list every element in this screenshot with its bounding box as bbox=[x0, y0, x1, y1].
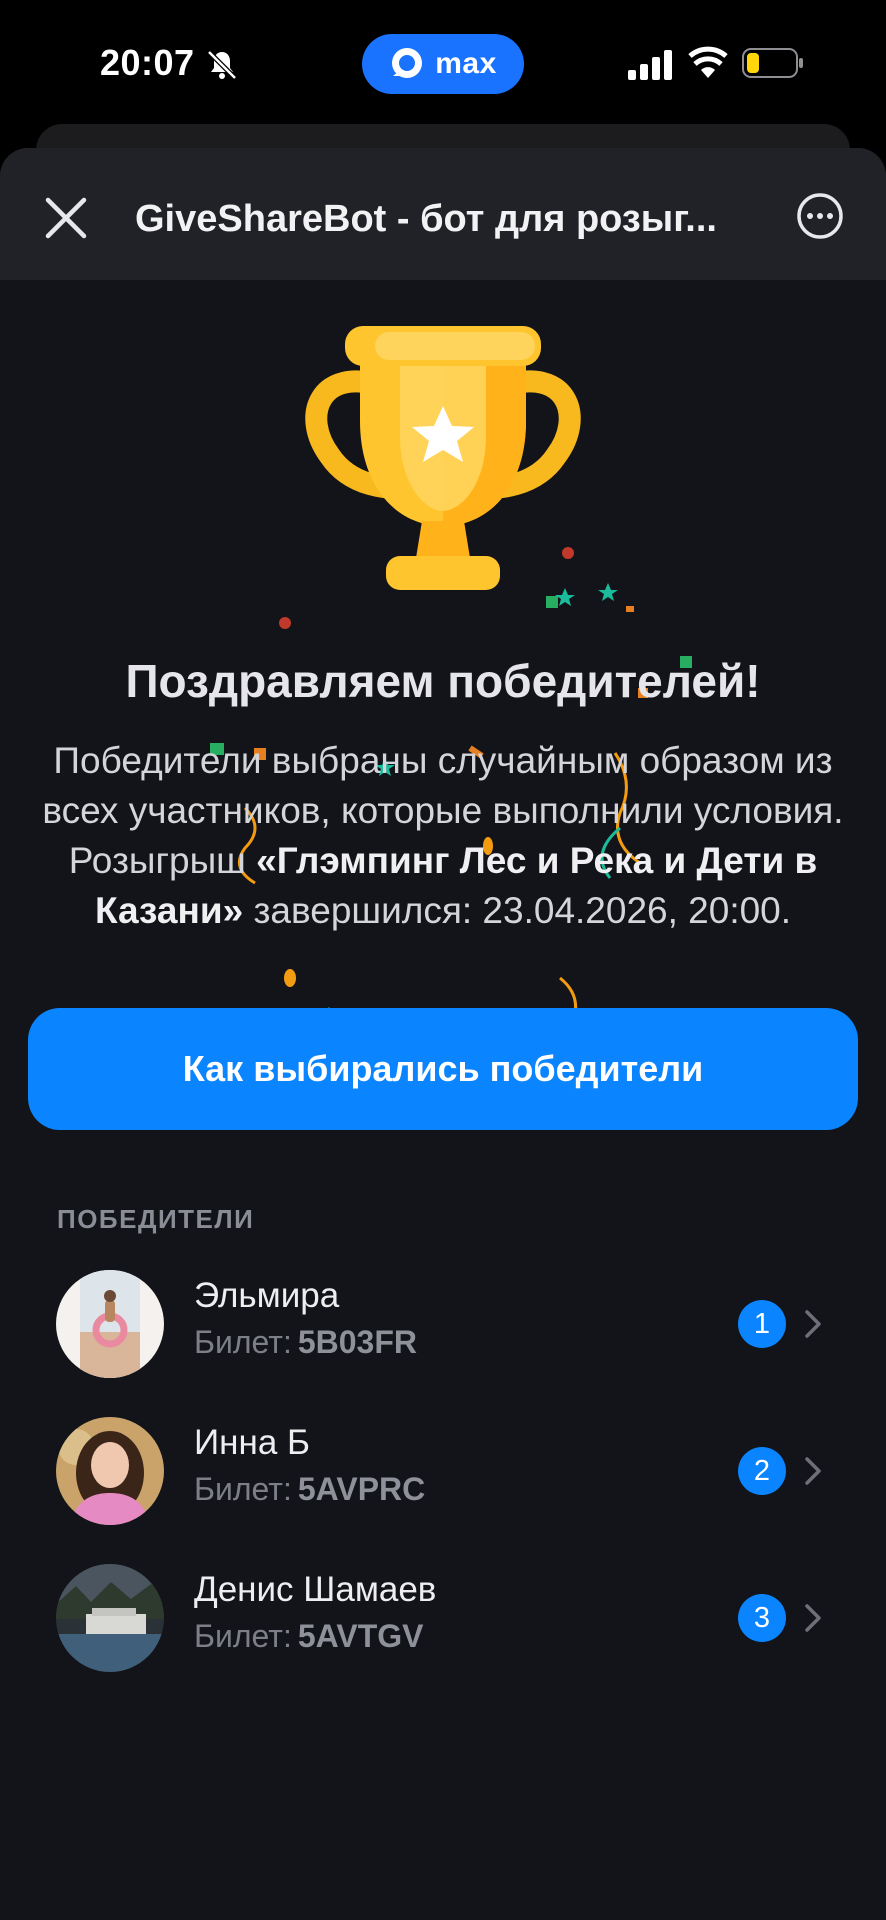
how-winners-chosen-button[interactable]: Как выбирались победители bbox=[28, 1008, 858, 1130]
status-time: 20:07 bbox=[100, 42, 195, 83]
winner-row-3[interactable]: Денис Шамаев Билет: 5AVTGV 3 bbox=[0, 1556, 886, 1680]
rank-badge: 1 bbox=[738, 1300, 786, 1348]
trophy-icon bbox=[305, 326, 581, 590]
winner-row-2[interactable]: Инна Б Билет: 5AVPRC 2 bbox=[0, 1409, 886, 1533]
header-title: GiveShareBot - бот для розыг... bbox=[135, 198, 717, 240]
winner-name: Денис Шамаев bbox=[194, 1570, 437, 1609]
battery-icon bbox=[742, 48, 803, 78]
avatar bbox=[56, 1270, 164, 1378]
ticket-label: Билет: bbox=[194, 1324, 292, 1360]
ticket-code: 5B03FR bbox=[297, 1324, 417, 1360]
wifi-icon bbox=[688, 46, 728, 78]
signal-icon bbox=[628, 50, 672, 80]
winner-ticket: Билет: 5B03FR bbox=[194, 1324, 417, 1361]
winner-name: Инна Б bbox=[194, 1423, 310, 1462]
winners-section-label: ПОБЕДИТЕЛИ bbox=[57, 1204, 255, 1234]
status-bar: 20:07 max bbox=[0, 0, 886, 125]
sheet-header: GiveShareBot - бот для розыг... bbox=[0, 148, 886, 280]
bot-sheet: GiveShareBot - бот для розыг... Поздравл… bbox=[0, 148, 886, 1920]
app-pill-label: max bbox=[435, 47, 497, 80]
bell-slash-icon bbox=[207, 50, 237, 80]
congrats-headline: Поздравляем победителей! bbox=[125, 655, 761, 707]
avatar bbox=[56, 1417, 164, 1525]
ticket-label: Билет: bbox=[194, 1471, 292, 1507]
max-logo-icon bbox=[392, 48, 423, 78]
rank-badge: 2 bbox=[738, 1447, 786, 1495]
close-icon[interactable] bbox=[40, 192, 92, 244]
chevron-right-icon bbox=[805, 1457, 821, 1485]
rank-badge: 3 bbox=[738, 1594, 786, 1642]
more-icon[interactable] bbox=[796, 192, 844, 240]
app-pill[interactable]: max bbox=[362, 34, 524, 94]
winner-name: Эльмира bbox=[194, 1276, 340, 1315]
winner-row-1[interactable]: Эльмира Билет: 5B03FR 1 bbox=[0, 1262, 886, 1386]
chevron-right-icon bbox=[805, 1310, 821, 1338]
how-winners-chosen-label: Как выбирались победители bbox=[182, 1048, 704, 1089]
description-end-text: завершился: 23.04.2026, 20:00. bbox=[253, 890, 792, 931]
giveaway-description: Победители выбраны случайным образом из … bbox=[20, 736, 866, 936]
winner-ticket: Билет: 5AVTGV bbox=[194, 1618, 423, 1655]
chevron-right-icon bbox=[805, 1604, 821, 1632]
avatar bbox=[56, 1564, 164, 1672]
ticket-label: Билет: bbox=[194, 1618, 292, 1654]
winner-ticket: Билет: 5AVPRC bbox=[194, 1471, 425, 1508]
ticket-code: 5AVPRC bbox=[297, 1471, 426, 1507]
ticket-code: 5AVTGV bbox=[297, 1618, 424, 1654]
